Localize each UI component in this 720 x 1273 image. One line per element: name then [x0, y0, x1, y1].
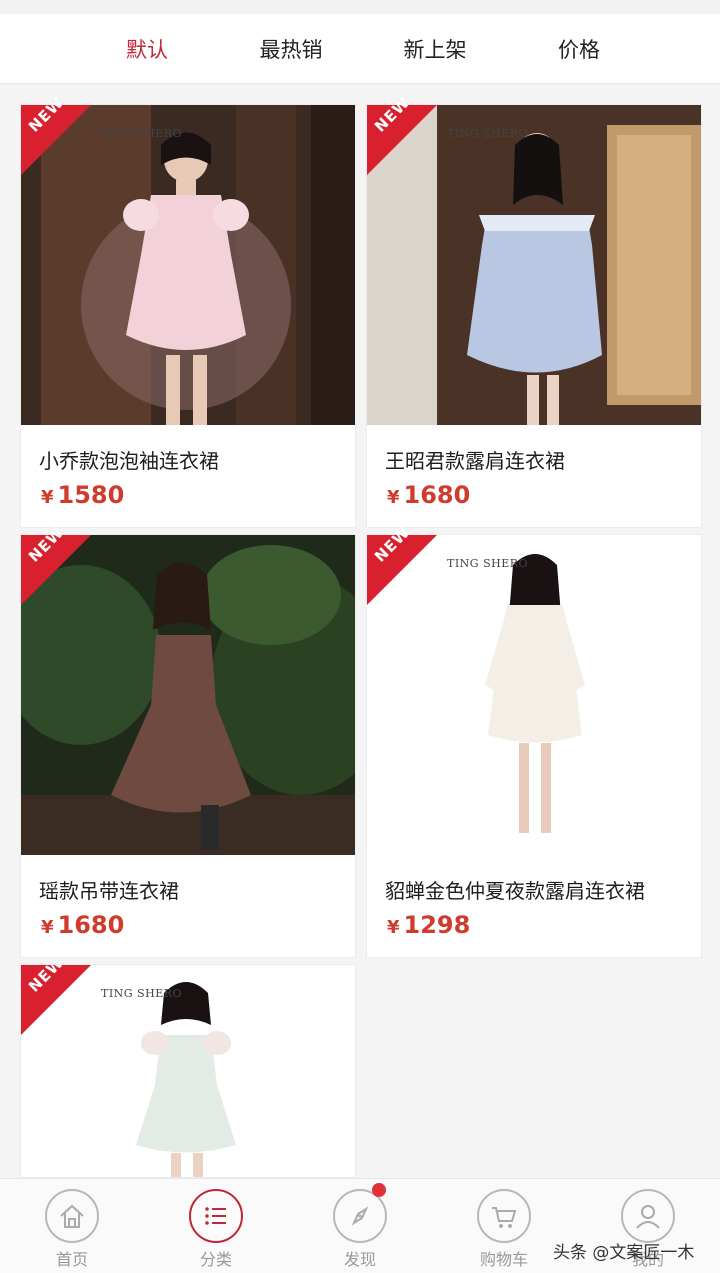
brand-watermark: TING SHERO	[447, 127, 529, 140]
nav-label: 购物车	[479, 1250, 528, 1269]
sort-tabs: 默认 最热销 新上架 价格	[0, 34, 651, 64]
product-name[interactable]: 貂蝉金色仲夏夜款露肩连衣裙	[385, 875, 645, 904]
nav-label: 分类	[199, 1250, 232, 1269]
sort-tab-hot[interactable]: 最热销	[219, 34, 363, 64]
nav-label: 首页	[55, 1250, 88, 1269]
product-card[interactable]: NEW 瑶款吊带连衣裙 ¥1680	[20, 523, 356, 958]
sort-tab-default[interactable]: 默认	[75, 34, 219, 64]
sort-tab-new[interactable]: 新上架	[363, 34, 507, 64]
product-card[interactable]: NEW TING SHERO 貂蝉金色仲夏夜款露肩连衣裙 ¥1298	[366, 523, 702, 958]
notification-dot	[372, 1183, 386, 1197]
nav-home[interactable]: 首页	[0, 1179, 144, 1273]
nav-category[interactable]: 分类	[144, 1179, 288, 1273]
price-value: 1680	[57, 911, 125, 939]
product-name[interactable]: 小乔款泡泡袖连衣裙	[39, 445, 219, 474]
product-price: ¥1298	[387, 911, 470, 939]
brand-watermark: TING SHERO	[447, 557, 529, 570]
sort-tab-price[interactable]: 价格	[507, 34, 651, 64]
product-price: ¥1580	[41, 481, 124, 509]
currency-symbol: ¥	[387, 487, 400, 508]
source-watermark: 头条 @文案匠一木	[553, 1243, 695, 1263]
sort-bar: 默认 最热销 新上架 价格	[0, 0, 720, 84]
brand-watermark: TING SHERO	[101, 987, 183, 1000]
product-name[interactable]: 瑶款吊带连衣裙	[39, 875, 179, 904]
product-price: ¥1680	[387, 481, 470, 509]
home-icon	[45, 1189, 99, 1243]
product-card[interactable]: NEW TING SHERO 王昭君款露肩连衣裙 ¥1680	[366, 93, 702, 528]
user-icon	[621, 1189, 675, 1243]
currency-symbol: ¥	[41, 917, 54, 938]
nav-label: 发现	[343, 1250, 376, 1269]
currency-symbol: ¥	[387, 917, 400, 938]
product-card[interactable]: NEW TING SHERO	[20, 964, 356, 1178]
compass-icon	[333, 1189, 387, 1243]
product-card[interactable]: NEW TING SHERO 小乔款泡泡袖连衣裙 ¥1580	[20, 93, 356, 528]
price-value: 1680	[403, 481, 471, 509]
nav-discover[interactable]: 发现	[288, 1179, 432, 1273]
currency-symbol: ¥	[41, 487, 54, 508]
product-name[interactable]: 王昭君款露肩连衣裙	[385, 445, 565, 474]
price-value: 1298	[403, 911, 471, 939]
price-value: 1580	[57, 481, 125, 509]
product-price: ¥1680	[41, 911, 124, 939]
cart-icon	[477, 1189, 531, 1243]
list-icon	[189, 1189, 243, 1243]
brand-watermark: TING SHERO	[101, 127, 183, 140]
